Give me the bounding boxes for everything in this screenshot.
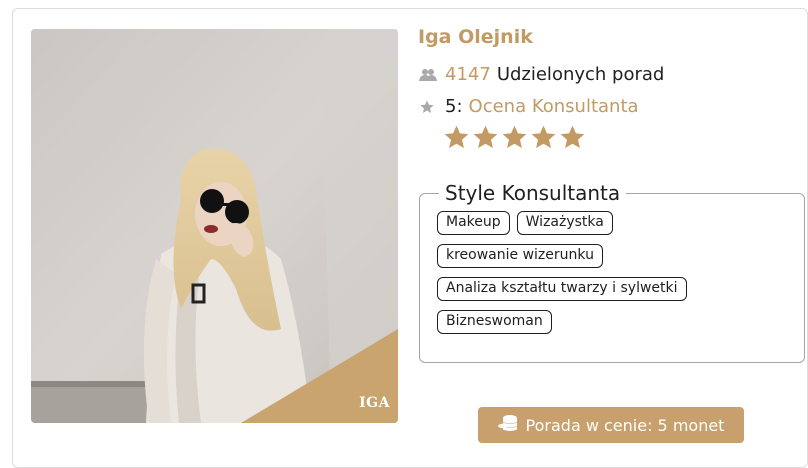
rating-stars: [443, 124, 586, 151]
coins-icon: [497, 414, 518, 436]
price-label: Porada w cenie: 5 monet: [525, 415, 725, 435]
consultant-styles: Style Konsultanta Makeup Wizażystka kreowa…: [419, 181, 805, 363]
star-icon: [419, 98, 439, 116]
style-tags: Makeup Wizażystka kreowanie wizerunku Anali…: [437, 211, 737, 334]
users-icon: [419, 66, 439, 84]
style-tag[interactable]: Makeup: [437, 211, 510, 235]
advice-count: 4147: [445, 64, 491, 85]
rating-value: 5:: [445, 96, 463, 117]
style-tag[interactable]: kreowanie wizerunku: [437, 244, 603, 268]
consultant-name[interactable]: Iga Olejnik: [418, 26, 533, 48]
rating-star-icon: [444, 125, 469, 148]
style-tag[interactable]: Analiza kształtu twarzy i sylwetki: [437, 277, 687, 301]
styles-legend: Style Konsultanta: [445, 181, 621, 205]
photo-image: [31, 29, 398, 423]
rating-star-icon: [531, 125, 556, 148]
rating-label: Ocena Konsultanta: [468, 96, 639, 117]
rating-star-icon: [560, 125, 585, 148]
rating-row: 5: Ocena Konsultanta: [419, 96, 639, 117]
price-button[interactable]: Porada w cenie: 5 monet: [478, 407, 744, 443]
style-tag[interactable]: Wizażystka: [516, 211, 613, 235]
style-tag[interactable]: Bizneswoman: [437, 310, 552, 334]
rating-star-icon: [502, 125, 527, 148]
consultant-photo[interactable]: IGA: [31, 29, 398, 423]
photo-caption: IGA: [359, 395, 390, 411]
advice-count-row: 4147 Udzielonych porad: [419, 64, 664, 85]
rating-star-icon: [473, 125, 498, 148]
advice-label: Udzielonych porad: [496, 64, 665, 85]
